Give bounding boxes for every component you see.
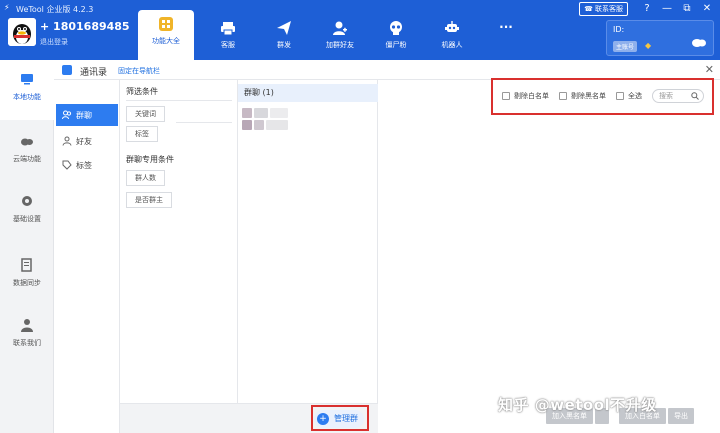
category-tags[interactable]: 标签 bbox=[56, 154, 118, 176]
grid-icon bbox=[159, 17, 173, 31]
highlight-box bbox=[311, 405, 369, 431]
list-item[interactable] bbox=[242, 120, 302, 130]
list-toolbar: 剔除白名单 剔除黑名单 全选 搜索 bbox=[502, 88, 704, 104]
gear-icon bbox=[22, 196, 32, 206]
category-list: 群聊 好友 标签 bbox=[54, 80, 120, 433]
search-input[interactable]: 搜索 bbox=[652, 89, 704, 103]
tag-icon bbox=[62, 160, 72, 170]
search-icon bbox=[691, 92, 699, 100]
app-title: WeTool 企业版 4.2.3 bbox=[16, 5, 94, 14]
person-icon bbox=[21, 319, 33, 332]
id-label: ID: bbox=[613, 25, 625, 34]
tab-zombie-fans[interactable]: 僵尸粉 bbox=[368, 14, 424, 60]
qq-penguin-icon bbox=[8, 18, 36, 46]
send-icon bbox=[277, 21, 291, 35]
diamond-icon: ◆ bbox=[645, 41, 652, 50]
more-icon: ... bbox=[499, 17, 513, 31]
cloud-icon bbox=[692, 39, 706, 47]
maximize-icon[interactable]: ⧉ bbox=[680, 3, 694, 15]
window-controls: ☎ 联系客服 ? — ⧉ ✕ bbox=[579, 2, 714, 16]
title-bar: ⚡ WeTool 企业版 4.2.3 + 1801689485 退出登录 功能大… bbox=[0, 0, 720, 60]
logout-link[interactable]: 退出登录 bbox=[40, 37, 68, 47]
headset-icon: ☎ bbox=[584, 5, 593, 13]
close-icon[interactable]: ✕ bbox=[700, 3, 714, 15]
help-icon[interactable]: ? bbox=[640, 3, 654, 15]
account-id-card[interactable]: ID: 主账号 ◆ bbox=[606, 20, 714, 56]
friend-icon bbox=[62, 136, 72, 146]
bolt-icon: ⚡ bbox=[4, 3, 10, 12]
tab-broadcast[interactable]: 群发 bbox=[256, 14, 312, 60]
minimize-icon[interactable]: — bbox=[660, 3, 674, 15]
divider bbox=[126, 100, 232, 101]
cloud-icon bbox=[21, 138, 33, 146]
filter-keyword-chip[interactable]: 关键词 bbox=[126, 106, 165, 122]
group-filter-title: 群聊专用条件 bbox=[126, 155, 174, 164]
select-all-checkbox[interactable] bbox=[616, 92, 624, 100]
filter-tag-chip[interactable]: 标签 bbox=[126, 126, 158, 142]
robot-icon bbox=[445, 21, 459, 32]
monitor-icon bbox=[21, 74, 33, 85]
category-friends[interactable]: 好友 bbox=[56, 130, 118, 152]
skull-icon bbox=[390, 21, 402, 35]
account-badge: 主账号 bbox=[613, 41, 638, 52]
tab-service[interactable]: 客服 bbox=[200, 14, 256, 60]
contacts-icon bbox=[62, 65, 72, 75]
main-panel bbox=[378, 80, 720, 433]
tab-more[interactable]: ... bbox=[478, 14, 534, 60]
sync-icon bbox=[21, 258, 32, 272]
sidebar-item-sync[interactable]: 数据同步 bbox=[0, 246, 54, 306]
filter-title: 筛选条件 bbox=[126, 87, 158, 96]
sidebar-item-local[interactable]: 本地功能 bbox=[0, 60, 54, 120]
exclude-whitelist-checkbox[interactable] bbox=[502, 92, 510, 100]
filter-is-owner-chip[interactable]: 是否群主 bbox=[126, 192, 172, 208]
sidebar-item-contact[interactable]: 联系我们 bbox=[0, 306, 54, 366]
add-user-icon bbox=[333, 21, 347, 35]
category-groups[interactable]: 群聊 bbox=[56, 104, 118, 126]
exclude-blacklist-checkbox[interactable] bbox=[559, 92, 567, 100]
filter-member-count-chip[interactable]: 群人数 bbox=[126, 170, 165, 186]
printer-icon bbox=[221, 22, 235, 36]
avatar[interactable] bbox=[8, 18, 36, 46]
sidebar-item-cloud[interactable]: 云端功能 bbox=[0, 122, 54, 182]
left-sidebar: 本地功能 云端功能 基础设置 数据同步 联系我们 bbox=[0, 60, 54, 433]
tab-features[interactable]: 功能大全 bbox=[138, 10, 194, 60]
group-list-header: 群聊 (1) bbox=[238, 84, 378, 102]
account-name: + 1801689485 bbox=[40, 20, 130, 33]
group-list: 群聊 (1) bbox=[238, 80, 378, 403]
filter-panel: 筛选条件 关键词 标签 群聊专用条件 群人数 是否群主 bbox=[120, 80, 238, 433]
contacts-header: 通讯录 固定在导航栏 ✕ bbox=[54, 60, 720, 80]
export-button[interactable]: 导出 bbox=[668, 408, 694, 424]
pin-to-nav-link[interactable]: 固定在导航栏 bbox=[118, 66, 160, 76]
list-item[interactable] bbox=[242, 108, 302, 118]
watermark: 知乎 @wetool不升级 bbox=[498, 396, 657, 414]
sidebar-item-settings[interactable]: 基础设置 bbox=[0, 182, 54, 242]
divider bbox=[176, 122, 232, 123]
close-icon[interactable]: ✕ bbox=[705, 63, 714, 76]
page-title: 通讯录 bbox=[80, 68, 108, 78]
tab-add-friends[interactable]: 加群好友 bbox=[312, 14, 368, 60]
contact-service-button[interactable]: ☎ 联系客服 bbox=[579, 2, 628, 16]
tab-robot[interactable]: 机器人 bbox=[424, 14, 480, 60]
group-icon bbox=[62, 110, 72, 120]
